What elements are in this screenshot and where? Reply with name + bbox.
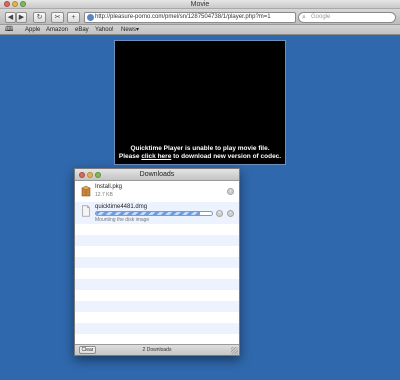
downloads-footer: Clear 2 Downloads — [75, 344, 239, 355]
site-icon — [87, 14, 94, 21]
tools-button[interactable]: ✂ — [51, 12, 64, 23]
download-item[interactable]: Install.pkg 12.7 KB › — [75, 182, 239, 202]
download-progress-bar — [95, 211, 213, 216]
downloads-count: 2 Downloads — [142, 347, 172, 353]
codec-message: Quicktime Player is unable to play movie… — [115, 145, 285, 161]
add-bookmark-button[interactable]: + — [67, 12, 80, 23]
search-field[interactable]: ⌕ Google — [298, 12, 396, 23]
bookmark-yahoo[interactable]: Yahoo! — [95, 25, 114, 35]
empty-row — [75, 257, 239, 268]
codec-message-prefix: Please — [118, 153, 140, 160]
download-status: Mounting the disk image — [95, 217, 150, 223]
bookmark-news-menu[interactable]: News▾ — [121, 25, 139, 35]
bookmark-amazon[interactable]: Amazon — [46, 25, 68, 35]
back-button[interactable]: ◀ — [5, 12, 16, 23]
bookmarks-bar: 🕮 Apple Amazon eBay Yahoo! News▾ — [0, 25, 400, 35]
forward-button[interactable]: ▶ — [16, 12, 27, 23]
video-player[interactable]: Quicktime Player is unable to play movie… — [114, 40, 286, 165]
download-progress-fill — [96, 212, 201, 215]
address-text: http://pleasure-porno.com/pmel/sn/128750… — [95, 14, 271, 20]
empty-row — [75, 312, 239, 323]
empty-row — [75, 246, 239, 257]
empty-row — [75, 279, 239, 290]
reload-button[interactable]: ↻ — [33, 12, 46, 23]
window-titlebar: Movie — [0, 0, 400, 9]
downloads-window: Downloads Install.pkg 12.7 KB › quicktim… — [74, 168, 240, 356]
download-filename: quicktime4481.dmg — [95, 204, 148, 210]
download-filename: Install.pkg — [95, 184, 123, 190]
download-item[interactable]: quicktime4481.dmg Mounting the disk imag… — [75, 202, 239, 224]
browser-toolbar: ◀ ▶ ↻ ✂ + http://pleasure-porno.com/pmel… — [0, 9, 400, 25]
codec-download-link[interactable]: click here — [141, 153, 171, 160]
bookmark-ebay[interactable]: eBay — [75, 25, 89, 35]
empty-row — [75, 224, 239, 235]
empty-row — [75, 235, 239, 246]
codec-message-suffix: to download new version of codec. — [173, 153, 282, 160]
codec-message-line1: Quicktime Player is unable to play movie… — [130, 145, 270, 152]
reveal-in-finder-icon[interactable]: › — [227, 210, 234, 217]
disk-image-icon — [82, 205, 90, 217]
package-icon — [81, 185, 91, 197]
search-placeholder: Google — [311, 14, 331, 20]
resize-grip-icon[interactable] — [231, 347, 238, 354]
empty-row — [75, 268, 239, 279]
downloads-titlebar: Downloads — [75, 169, 239, 181]
reading-list-icon[interactable]: 🕮 — [5, 25, 13, 35]
downloads-title: Downloads — [139, 171, 175, 178]
codec-message-line2: Please click here to download new versio… — [115, 153, 285, 161]
bookmark-apple[interactable]: Apple — [25, 25, 40, 35]
empty-row — [75, 290, 239, 301]
empty-row — [75, 323, 239, 334]
empty-row — [75, 301, 239, 312]
window-title: Movie — [190, 1, 210, 8]
reveal-in-finder-icon[interactable]: › — [227, 188, 234, 195]
stop-download-icon[interactable]: × — [216, 210, 223, 217]
download-detail: 12.7 KB — [95, 192, 113, 198]
magnifier-icon: ⌕ — [302, 14, 306, 21]
address-bar[interactable]: http://pleasure-porno.com/pmel/sn/128750… — [84, 12, 296, 23]
